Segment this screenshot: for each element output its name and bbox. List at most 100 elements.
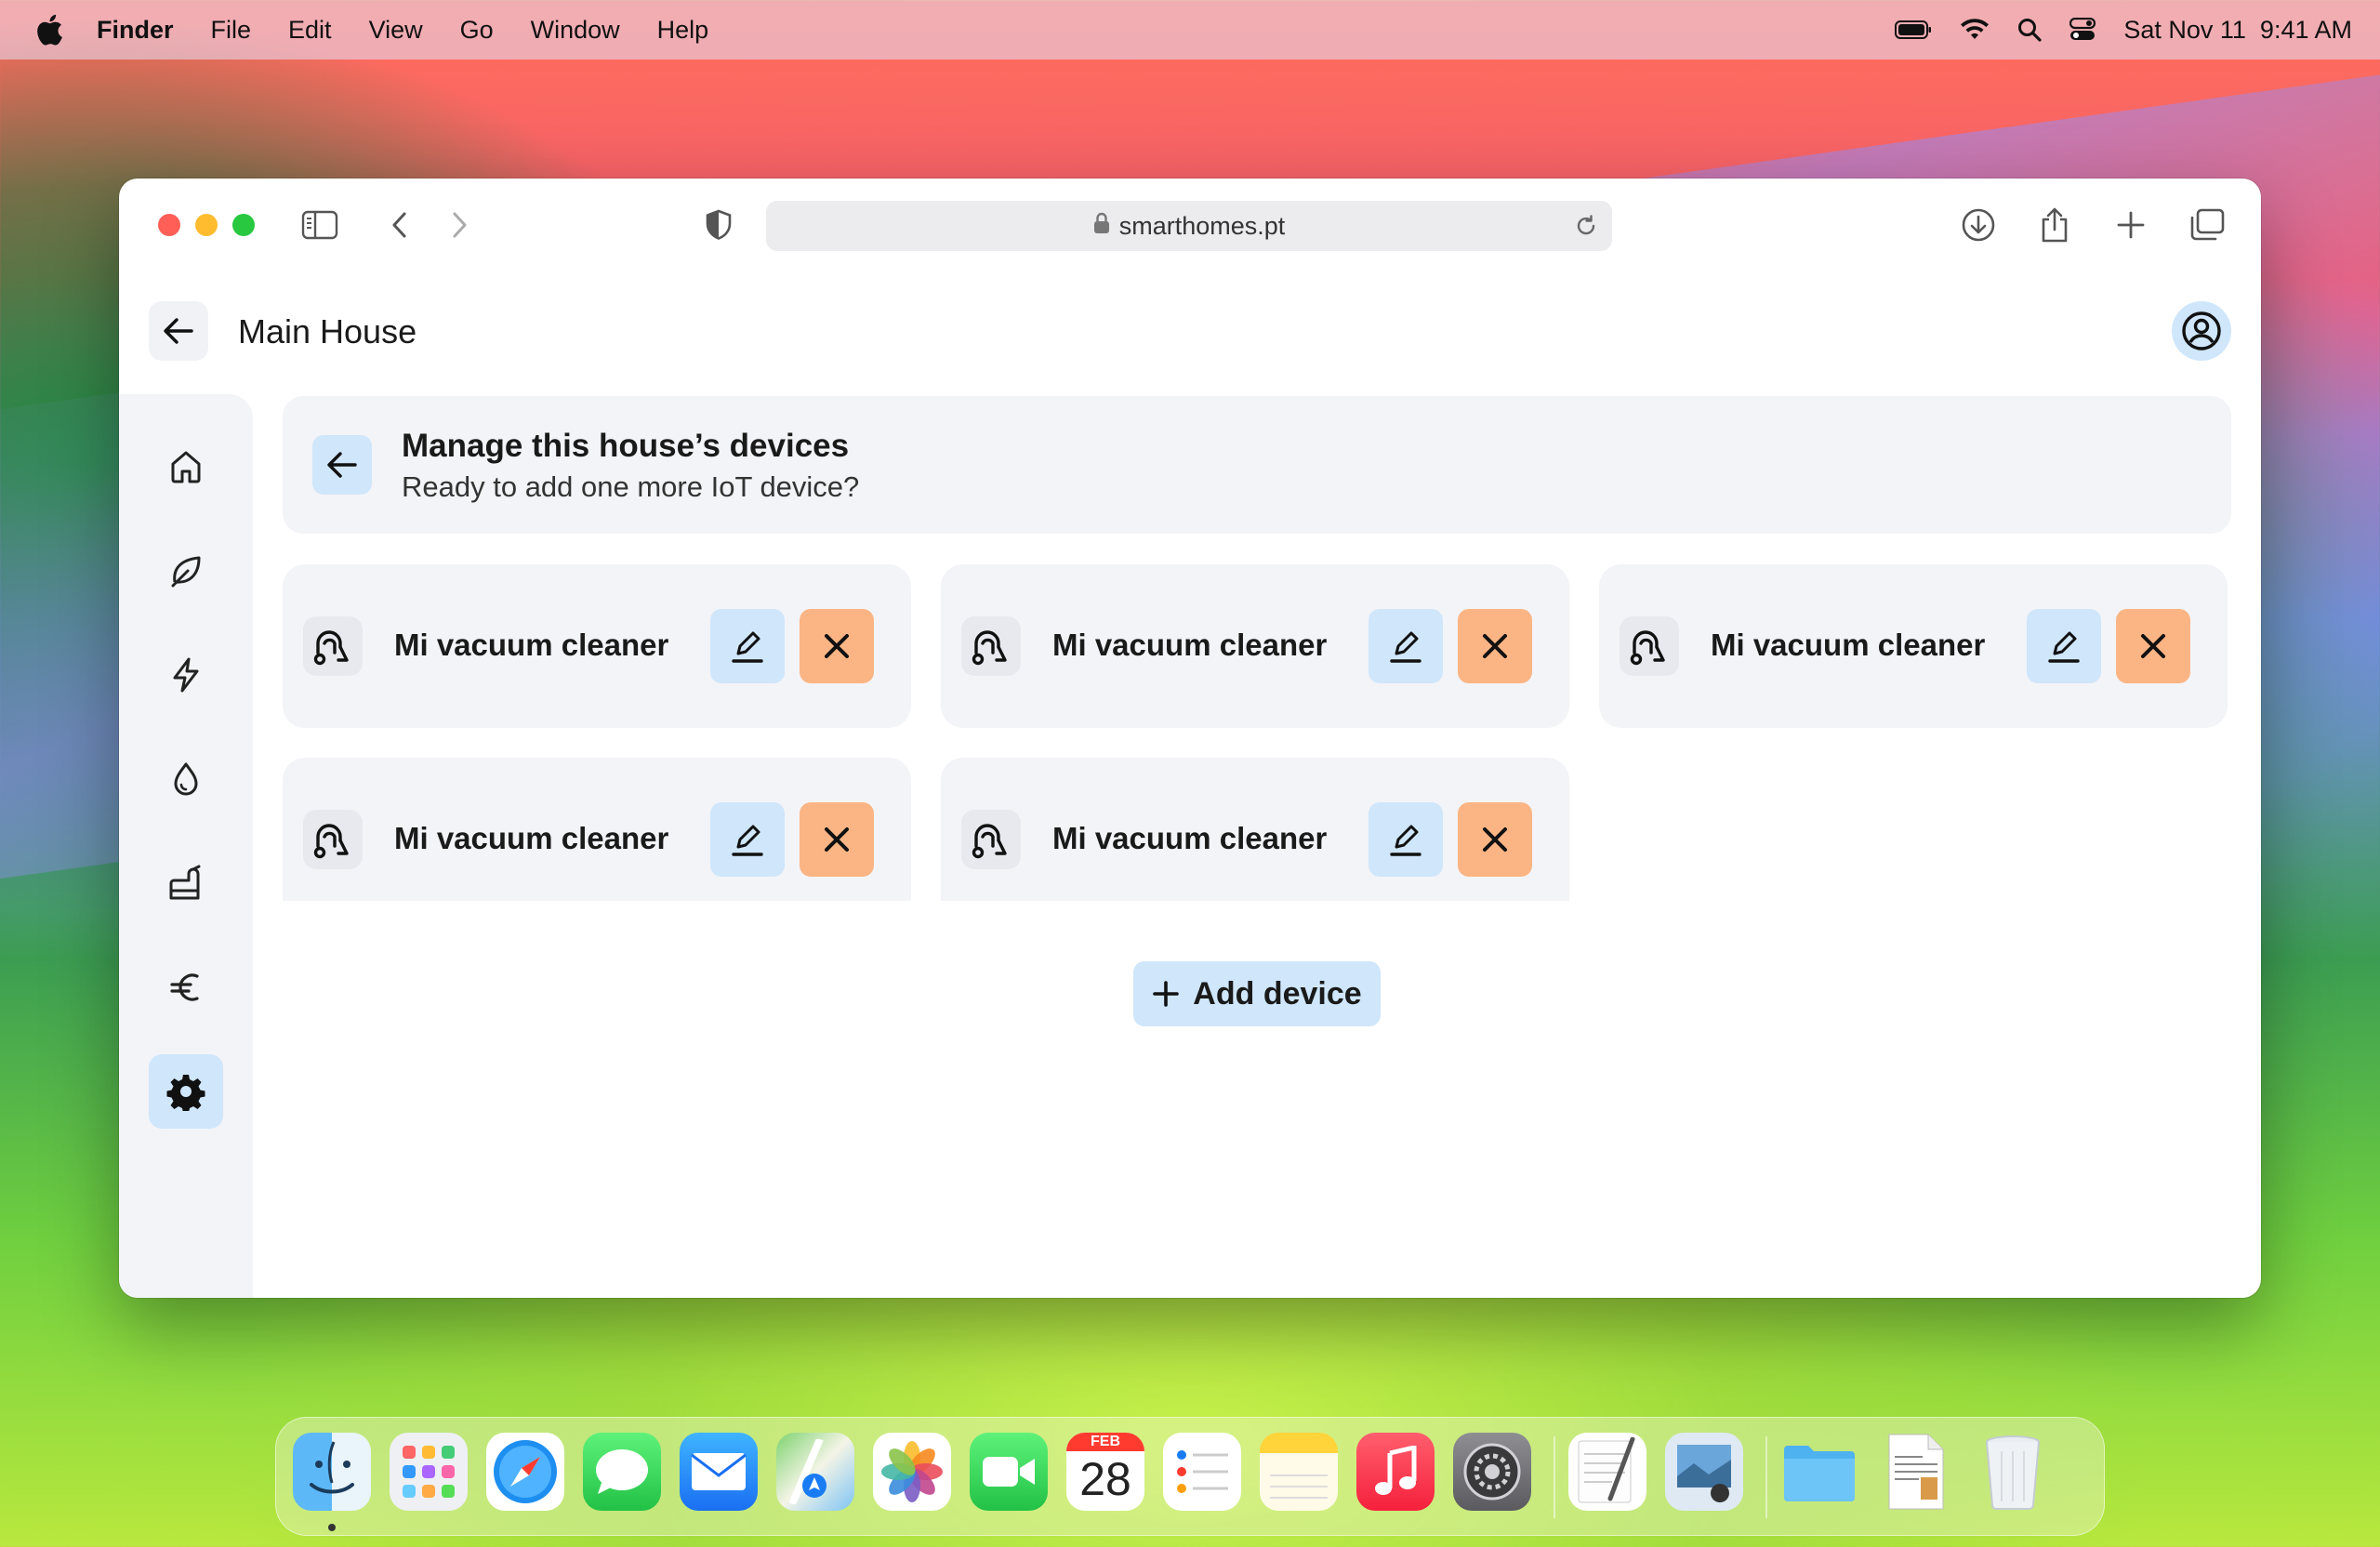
dock-launchpad[interactable] <box>390 1433 468 1511</box>
arrow-left-icon <box>164 318 193 344</box>
bolt-icon <box>173 657 199 693</box>
dock-folder[interactable] <box>1780 1433 1858 1511</box>
edit-device-button[interactable] <box>710 609 785 683</box>
dock-trash[interactable] <box>1974 1433 2052 1511</box>
dock-safari[interactable] <box>486 1433 564 1511</box>
battery-icon[interactable] <box>1895 20 1932 40</box>
window-minimize-button[interactable] <box>195 214 218 236</box>
delete-device-button[interactable] <box>1458 609 1532 683</box>
menu-file[interactable]: File <box>211 16 252 45</box>
tab-overview-icon[interactable] <box>2188 206 2226 244</box>
calendar-day: 28 <box>1079 1453 1131 1505</box>
finder-icon <box>310 1441 354 1494</box>
share-icon[interactable] <box>2036 206 2073 244</box>
menu-help[interactable]: Help <box>657 16 709 45</box>
header-back-button[interactable] <box>149 301 208 361</box>
spotlight-search-icon[interactable] <box>2017 18 2042 42</box>
vacuum-icon <box>303 616 363 676</box>
back-chevron-icon[interactable] <box>381 206 418 244</box>
menu-clock[interactable]: Sat Nov 11 9:41 AM <box>2123 16 2352 45</box>
dock-music[interactable] <box>1356 1433 1435 1511</box>
appliance-icon <box>169 865 201 900</box>
dock-mail[interactable] <box>680 1433 758 1511</box>
downloads-icon[interactable] <box>1960 206 1997 244</box>
add-device-label: Add device <box>1193 975 1362 1012</box>
close-icon <box>1483 634 1507 658</box>
dock-facetime[interactable] <box>970 1433 1048 1511</box>
edit-device-button[interactable] <box>710 802 785 877</box>
device-card: Mi vacuum cleaner <box>283 758 911 901</box>
dock: FEB 28 <box>275 1417 2105 1536</box>
sidebar-item-costs[interactable] <box>149 950 223 1025</box>
sidebar-item-appliances[interactable] <box>149 846 223 920</box>
sidebar-item-home[interactable] <box>149 430 223 504</box>
device-name: Mi vacuum cleaner <box>394 628 669 662</box>
close-icon <box>1483 827 1507 852</box>
euro-icon <box>170 973 199 1001</box>
sidebar-item-settings[interactable] <box>149 1054 223 1129</box>
menu-window[interactable]: Window <box>531 16 620 45</box>
reload-icon[interactable] <box>1573 213 1599 245</box>
pencil-icon <box>1390 631 1421 663</box>
dock-maps[interactable] <box>776 1433 854 1511</box>
add-device-button[interactable]: Add device <box>1133 961 1381 1026</box>
device-name: Mi vacuum cleaner <box>1711 628 1986 662</box>
dock-calendar[interactable]: FEB 28 <box>1066 1433 1144 1511</box>
app-header: Main House <box>119 275 2261 387</box>
menu-go[interactable]: Go <box>460 16 494 45</box>
notes-lines-icon <box>1270 1474 1328 1499</box>
apple-icon[interactable] <box>35 14 63 46</box>
device-card: Mi vacuum cleaner <box>941 758 1569 901</box>
address-bar[interactable]: smarthomes.pt <box>766 201 1612 251</box>
dock-textedit[interactable] <box>1568 1433 1646 1511</box>
dock-notes[interactable] <box>1260 1433 1338 1511</box>
delete-device-button[interactable] <box>1458 802 1532 877</box>
dock-messages[interactable] <box>583 1433 661 1511</box>
control-center-icon[interactable] <box>2069 18 2096 42</box>
calendar-month: FEB <box>1066 1433 1144 1451</box>
dock-finder[interactable] <box>293 1433 371 1511</box>
edit-device-button[interactable] <box>1368 802 1443 877</box>
device-card: Mi vacuum cleaner <box>283 564 911 728</box>
envelope-icon <box>691 1453 747 1490</box>
edit-device-button[interactable] <box>1368 609 1443 683</box>
edit-device-button[interactable] <box>2027 609 2101 683</box>
dock-reminders[interactable] <box>1163 1433 1241 1511</box>
url-text: smarthomes.pt <box>1118 211 1286 240</box>
page-title: Main House <box>238 312 417 350</box>
new-tab-plus-icon[interactable] <box>2112 206 2149 244</box>
sidebar-item-water[interactable] <box>149 742 223 816</box>
privacy-shield-icon[interactable] <box>700 206 737 244</box>
dock-photos[interactable] <box>873 1433 951 1511</box>
menu-view[interactable]: View <box>369 16 423 45</box>
dock-preview[interactable] <box>1665 1433 1743 1511</box>
launchpad-icon <box>403 1446 455 1498</box>
close-icon <box>825 634 849 658</box>
dock-document[interactable] <box>1877 1433 1955 1511</box>
device-name: Mi vacuum cleaner <box>394 821 669 855</box>
finder-running-indicator <box>328 1524 336 1531</box>
sidebar-toggle-icon[interactable] <box>301 206 338 244</box>
delete-device-button[interactable] <box>800 609 874 683</box>
menu-edit[interactable]: Edit <box>288 16 332 45</box>
video-camera-icon <box>983 1457 1035 1487</box>
vacuum-icon <box>961 810 1021 869</box>
window-zoom-button[interactable] <box>232 214 255 236</box>
user-circle-icon <box>2182 311 2221 350</box>
delete-device-button[interactable] <box>2116 609 2190 683</box>
safari-compass-icon <box>494 1440 557 1503</box>
window-close-button[interactable] <box>158 214 180 236</box>
menu-bar: Finder File Edit View Go Window Help Sat… <box>0 0 2380 60</box>
delete-device-button[interactable] <box>800 802 874 877</box>
gear-icon <box>166 1075 205 1111</box>
forward-chevron-icon[interactable] <box>441 206 478 244</box>
dock-system-settings[interactable] <box>1453 1433 1531 1511</box>
banner-back-button[interactable] <box>312 435 372 495</box>
settings-gear-icon <box>1463 1443 1521 1501</box>
sidebar-item-energy-eco[interactable] <box>149 534 223 608</box>
user-avatar-button[interactable] <box>2172 301 2231 361</box>
textedit-pen-icon <box>1578 1437 1635 1503</box>
wifi-icon[interactable] <box>1960 19 1990 41</box>
menu-app-finder[interactable]: Finder <box>97 16 174 45</box>
sidebar-item-electricity[interactable] <box>149 638 223 712</box>
